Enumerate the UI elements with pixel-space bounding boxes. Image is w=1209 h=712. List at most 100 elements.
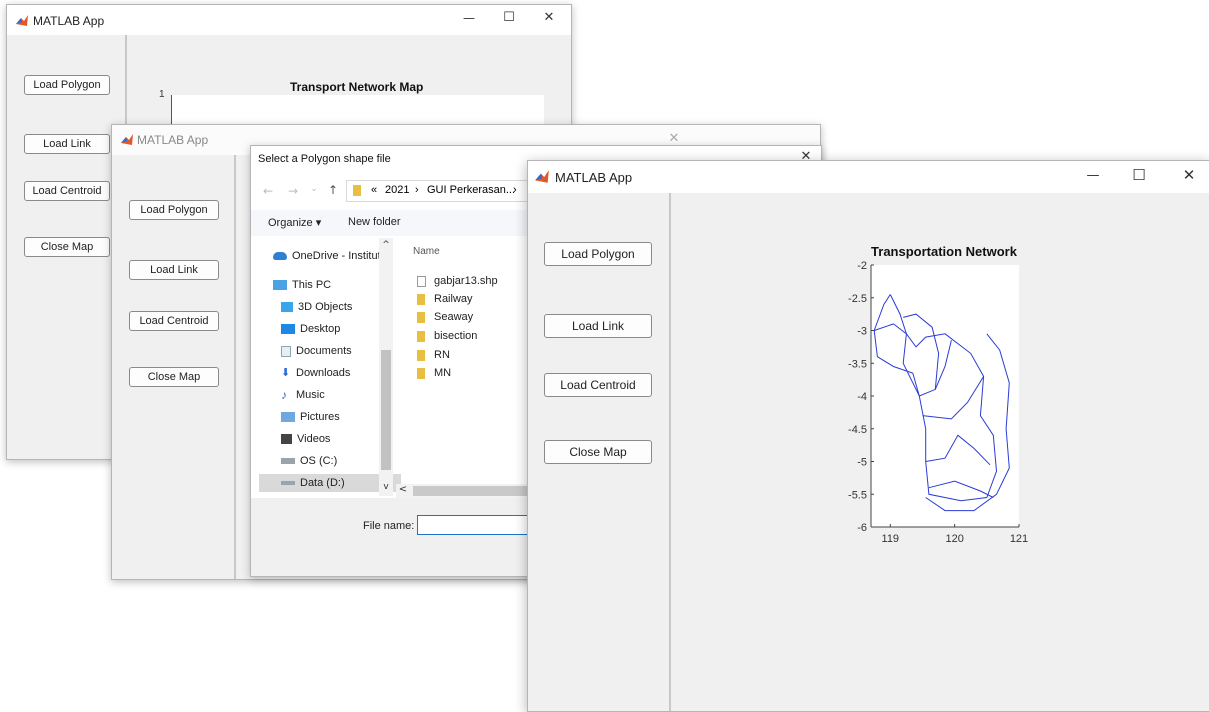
folder-row[interactable]: Seaway — [417, 311, 473, 323]
window-title: MATLAB App — [137, 133, 209, 147]
folder-row[interactable]: bisection — [417, 330, 477, 342]
nav-label: Downloads — [296, 367, 351, 379]
y-tick-label: -2 — [857, 260, 867, 272]
nav-label: Music — [296, 389, 325, 401]
matlab-logo-icon — [535, 170, 549, 183]
y-tick-label: -4 — [857, 391, 867, 403]
file-name: bisection — [434, 330, 478, 342]
file-name-label: File name: — [363, 520, 415, 532]
file-name: MN — [434, 367, 452, 379]
forward-arrow-icon[interactable]: → — [286, 184, 300, 198]
load-centroid-button[interactable]: Load Centroid — [24, 181, 110, 201]
breadcrumb-item[interactable]: GUI Perkerasan... — [427, 184, 515, 196]
folder-row[interactable]: Railway — [417, 293, 473, 305]
drive-icon — [281, 481, 295, 486]
x-tick-label: 121 — [1010, 533, 1028, 545]
file-name: Seaway — [434, 311, 474, 323]
file-name: Railway — [434, 293, 473, 305]
y-tick-label: -6 — [857, 522, 867, 534]
nav-item-os-c[interactable]: OS (C:) — [281, 455, 337, 467]
close-icon[interactable]: ✕ — [539, 10, 559, 25]
nav-label: Data (D:) — [300, 477, 345, 489]
download-icon: ⬇ — [281, 367, 291, 380]
scroll-up-icon[interactable]: ^ — [379, 240, 393, 250]
y-tick-label: -4.5 — [848, 424, 867, 436]
file-icon — [417, 275, 426, 287]
breadcrumb-separator: › — [513, 184, 517, 196]
load-centroid-button[interactable]: Load Centroid — [544, 373, 652, 397]
close-icon[interactable]: ✕ — [664, 131, 684, 146]
title-bar[interactable]: MATLAB App — ☐ ✕ — [528, 161, 1209, 193]
close-map-button[interactable]: Close Map — [24, 237, 110, 257]
load-link-button[interactable]: Load Link — [544, 314, 652, 338]
computer-icon — [273, 280, 287, 291]
organize-menu[interactable]: Organize ▾ — [268, 216, 321, 229]
folder-icon — [417, 367, 425, 379]
window-title: MATLAB App — [33, 14, 105, 28]
nav-label: Videos — [297, 433, 331, 445]
dialog-title: Select a Polygon shape file — [258, 153, 391, 165]
transportation-network-chart: Transportation Network -2 -2.5 -3 -3.5 -4 -4.… — [848, 244, 1028, 545]
file-name: gabjar13.shp — [434, 275, 498, 287]
nav-item-this-pc[interactable]: This PC — [273, 279, 331, 291]
load-polygon-button[interactable]: Load Polygon — [544, 242, 652, 266]
scroll-down-icon[interactable]: v — [379, 482, 393, 492]
close-icon[interactable]: ✕ — [1179, 166, 1199, 184]
desktop-icon — [281, 324, 295, 335]
folder-row[interactable]: RN — [417, 349, 450, 361]
nav-item-desktop[interactable]: Desktop — [281, 323, 340, 335]
axis-tick-label: 1 — [159, 89, 165, 100]
load-polygon-button[interactable]: Load Polygon — [129, 200, 219, 220]
nav-item-downloads[interactable]: ⬇ Downloads — [281, 367, 350, 379]
nav-item-pictures[interactable]: Pictures — [281, 411, 340, 423]
breadcrumb-item[interactable]: 2021 — [385, 184, 409, 196]
nav-item-onedrive[interactable]: OneDrive - Institut — [273, 250, 381, 262]
nav-label: Desktop — [300, 323, 341, 335]
up-arrow-icon[interactable]: ↑ — [326, 183, 340, 197]
nav-label: OneDrive - Institut — [292, 250, 381, 262]
load-polygon-button[interactable]: Load Polygon — [24, 75, 110, 95]
scroll-thumb[interactable] — [381, 350, 391, 470]
breadcrumb-overflow[interactable]: « — [371, 184, 377, 196]
load-link-button[interactable]: Load Link — [129, 260, 219, 280]
music-icon: ♪ — [281, 388, 287, 403]
panel-divider — [669, 193, 671, 711]
load-link-button[interactable]: Load Link — [24, 134, 110, 154]
folder-icon — [417, 349, 425, 361]
plot-area — [871, 265, 1019, 527]
matlab-logo-icon — [16, 15, 28, 26]
scroll-left-icon[interactable]: < — [398, 484, 408, 495]
nav-scrollbar[interactable]: ^ v — [379, 238, 393, 496]
folder-icon — [353, 185, 361, 196]
minimize-icon[interactable]: — — [459, 11, 479, 25]
column-header-name[interactable]: Name — [413, 246, 440, 257]
matlab-logo-icon — [121, 134, 133, 145]
folder-icon — [417, 311, 425, 323]
plot-title: Transport Network Map — [290, 80, 424, 94]
file-name: RN — [434, 349, 450, 361]
folder-row[interactable]: MN — [417, 367, 451, 379]
minimize-icon[interactable]: — — [1083, 168, 1103, 183]
cloud-icon — [273, 252, 287, 261]
nav-item-3d-objects[interactable]: 3D Objects — [281, 301, 352, 313]
breadcrumb-separator: › — [415, 184, 419, 196]
picture-icon — [281, 412, 295, 423]
nav-label: Documents — [296, 345, 352, 357]
nav-label: Pictures — [300, 411, 340, 423]
file-row[interactable]: gabjar13.shp — [417, 275, 498, 287]
maximize-icon[interactable]: ☐ — [1129, 166, 1149, 184]
load-centroid-button[interactable]: Load Centroid — [129, 311, 219, 331]
folder-icon — [417, 293, 425, 305]
nav-item-videos[interactable]: Videos — [281, 433, 330, 445]
nav-item-music[interactable]: ♪ Music — [281, 389, 325, 401]
title-bar[interactable]: MATLAB App — ☐ ✕ — [7, 5, 571, 35]
close-map-button[interactable]: Close Map — [129, 367, 219, 387]
chevron-down-icon[interactable]: ⌄ — [309, 184, 319, 194]
nav-item-documents[interactable]: Documents — [281, 345, 352, 357]
panel-divider — [234, 155, 236, 579]
close-map-button[interactable]: Close Map — [544, 440, 652, 464]
maximize-icon[interactable]: ☐ — [499, 10, 519, 25]
new-folder-button[interactable]: New folder — [348, 216, 401, 228]
back-arrow-icon[interactable]: ← — [261, 184, 275, 198]
navigation-pane: OneDrive - Institut This PC 3D Objects D… — [251, 238, 401, 498]
